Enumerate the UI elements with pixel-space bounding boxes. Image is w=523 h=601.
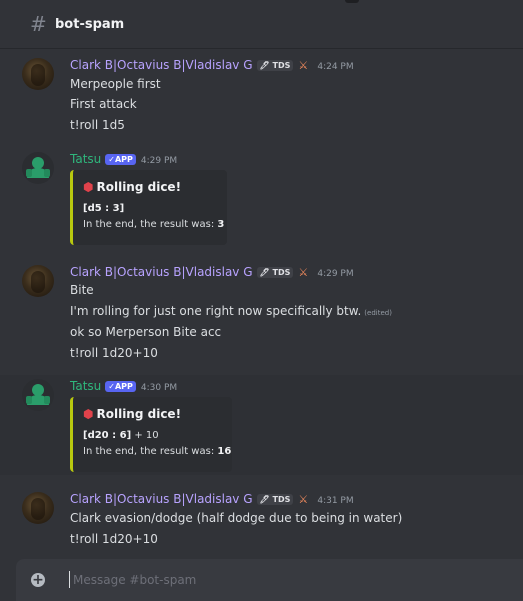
- avatar[interactable]: [22, 265, 54, 297]
- message-text: I'm rolling for just one right now speci…: [70, 304, 362, 318]
- dice-embed: ⬢ Rolling dice! [d5 : 3] In the end, the …: [70, 170, 227, 245]
- message: Clark B|Octavius B|Vladislav G 🖊 TDS ⚔ 4:29…: [0, 265, 523, 365]
- author-name[interactable]: Tatsu: [70, 379, 101, 393]
- avatar[interactable]: [22, 379, 54, 411]
- author-name[interactable]: Clark B|Octavius B|Vladislav G: [70, 58, 253, 72]
- message-header: Clark B|Octavius B|Vladislav G 🖊 TDS ⚔ 4:31…: [70, 492, 354, 508]
- embed-result: In the end, the result was: 16: [83, 446, 231, 457]
- embed-detail: [d5 : 3]: [83, 203, 124, 214]
- timestamp[interactable]: 4:31 PM: [317, 496, 353, 506]
- dice-modifier: + 10: [131, 430, 159, 441]
- text-caret: [69, 571, 70, 588]
- result-label: In the end, the result was:: [83, 219, 218, 230]
- avatar[interactable]: [22, 58, 54, 90]
- dice-embed: ⬢ Rolling dice! [d20 : 6] + 10 In the end…: [70, 397, 232, 472]
- message: Clark B|Octavius B|Vladislav G 🖊 TDS ⚔ 4:24…: [0, 58, 523, 138]
- message: Tatsu ✓APP 4:29 PM ⬢ Rolling dice! [d5 : 3]…: [0, 152, 523, 248]
- tatsu-avatar-icon: [26, 384, 50, 405]
- tds-tag[interactable]: 🖊 TDS: [256, 60, 294, 71]
- dice-icon: ⬢: [83, 407, 94, 421]
- message-header: Tatsu ✓APP 4:29 PM: [70, 152, 177, 168]
- embed-title: ⬢ Rolling dice!: [83, 180, 181, 194]
- embed-title-text: Rolling dice!: [96, 407, 182, 421]
- result-value: 16: [217, 446, 232, 457]
- message-header: Clark B|Octavius B|Vladislav G 🖊 TDS ⚔ 4:29…: [70, 265, 354, 281]
- tag-label: TDS: [272, 268, 291, 277]
- timestamp[interactable]: 4:24 PM: [317, 62, 353, 72]
- timestamp[interactable]: 4:30 PM: [141, 383, 177, 393]
- dice-notation: [d20 : 6]: [83, 430, 132, 441]
- message-line: ok so Merperson Bite acc: [70, 325, 222, 339]
- embed-detail: [d20 : 6] + 10: [83, 430, 159, 441]
- message-line: Clark evasion/dodge (half dodge due to b…: [70, 511, 403, 525]
- dice-icon: ⬢: [83, 180, 94, 194]
- message-header: Tatsu ✓APP 4:30 PM: [70, 379, 177, 395]
- message-input[interactable]: [71, 569, 475, 591]
- message-line: First attack: [70, 97, 137, 111]
- message-line: t!roll 1d20+10: [70, 532, 158, 546]
- message-line: I'm rolling for just one right now speci…: [70, 304, 392, 318]
- tds-tag[interactable]: 🖊 TDS: [256, 494, 294, 505]
- message-line: Merpeople first: [70, 77, 161, 91]
- author-name[interactable]: Tatsu: [70, 152, 101, 166]
- embed-result: In the end, the result was: 3: [83, 219, 224, 230]
- plus-circle-icon[interactable]: +: [31, 573, 45, 587]
- embed-title: ⬢ Rolling dice!: [83, 407, 181, 421]
- message-line: t!roll 1d20+10: [70, 346, 158, 360]
- avatar[interactable]: [22, 152, 54, 184]
- message: Tatsu ✓APP 4:30 PM ⬢ Rolling dice! [d20 : 6…: [0, 375, 523, 475]
- edited-marker: (edited): [364, 309, 392, 317]
- sword-icon: ⚔: [298, 266, 309, 279]
- avatar[interactable]: [22, 492, 54, 524]
- timestamp[interactable]: 4:29 PM: [141, 156, 177, 166]
- channel-header: # bot-spam: [0, 0, 523, 49]
- channel-name: bot-spam: [55, 17, 125, 32]
- tag-label: TDS: [272, 61, 291, 70]
- sword-icon: ⚔: [298, 59, 309, 72]
- window-tab-edge: [345, 0, 359, 3]
- tds-tag[interactable]: 🖊 TDS: [256, 267, 294, 278]
- app-badge: ✓APP: [105, 381, 136, 392]
- message-line: Bite: [70, 283, 94, 297]
- result-value: 3: [217, 219, 225, 230]
- author-name[interactable]: Clark B|Octavius B|Vladislav G: [70, 265, 253, 279]
- message: Clark B|Octavius B|Vladislav G 🖊 TDS ⚔ 4:31…: [0, 492, 523, 552]
- message-line: t!roll 1d5: [70, 118, 125, 132]
- timestamp[interactable]: 4:29 PM: [317, 269, 353, 279]
- sword-icon: ⚔: [298, 493, 309, 506]
- hash-icon: #: [30, 12, 47, 36]
- message-header: Clark B|Octavius B|Vladislav G 🖊 TDS ⚔ 4:24…: [70, 58, 354, 74]
- embed-title-text: Rolling dice!: [96, 180, 182, 194]
- result-label: In the end, the result was:: [83, 446, 218, 457]
- app-badge: ✓APP: [105, 154, 136, 165]
- tatsu-avatar-icon: [26, 157, 50, 178]
- dice-notation: [d5 : 3]: [83, 203, 125, 214]
- message-composer: +: [16, 559, 523, 601]
- tag-label: TDS: [272, 495, 291, 504]
- author-name[interactable]: Clark B|Octavius B|Vladislav G: [70, 492, 253, 506]
